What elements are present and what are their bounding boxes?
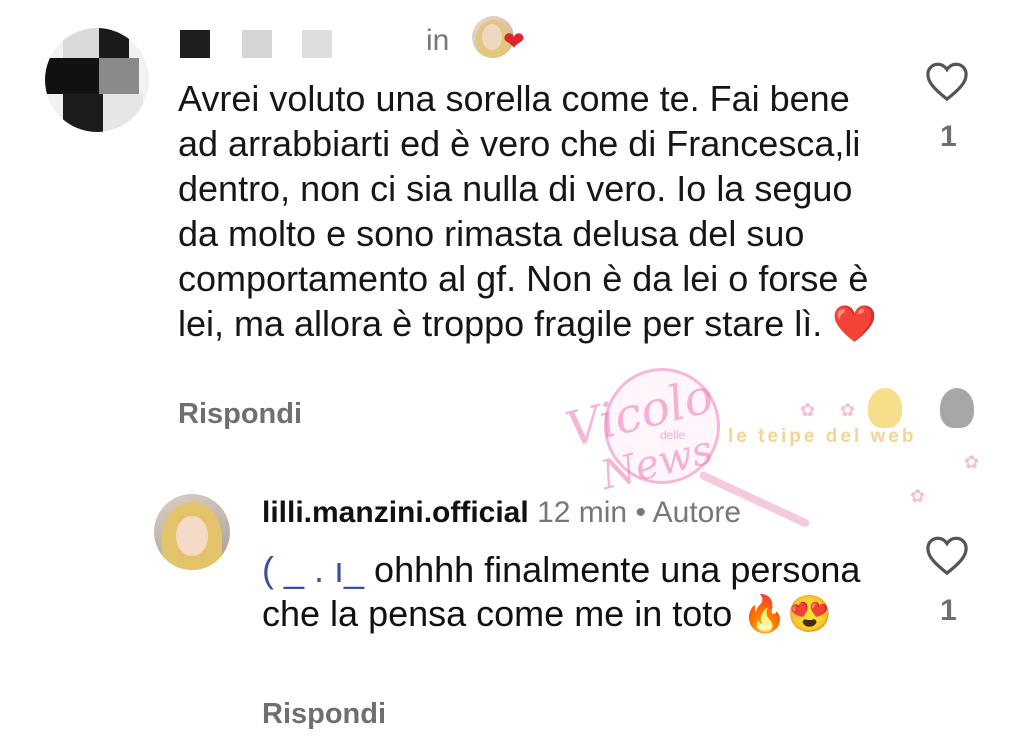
paw-icon: ✿ xyxy=(840,400,856,420)
heart-outline-icon xyxy=(926,62,968,102)
reply-like-count: 1 xyxy=(940,594,957,627)
paw-icon: ✿ xyxy=(800,400,816,420)
watermark-doll-dark-icon xyxy=(940,388,974,428)
reply-timestamp: 12 min xyxy=(537,496,628,529)
reply-header: lilli.manzini.official 12 min • Autore xyxy=(262,496,741,530)
watermark-doll-blonde-icon xyxy=(868,388,902,428)
commenter-avatar-pixelated[interactable] xyxy=(45,28,149,132)
meta-separator: • xyxy=(635,496,646,529)
reply-button[interactable]: Rispondi xyxy=(178,398,302,431)
comment-timestamp: in xyxy=(426,24,450,57)
paw-icon: ✿ xyxy=(964,452,980,472)
watermark-brand: le teipe del web xyxy=(728,426,917,447)
mention-redacted[interactable]: ( _ . ı_ xyxy=(262,549,364,590)
reply-username[interactable]: lilli.manzini.official xyxy=(262,496,529,529)
reply-like-button[interactable] xyxy=(924,534,970,581)
like-button[interactable] xyxy=(924,60,970,107)
heart-outline-icon xyxy=(926,536,968,576)
reply-reply-button[interactable]: Rispondi xyxy=(262,698,386,731)
comment-body: Avrei voluto una sorella come te. Fai be… xyxy=(178,78,878,344)
reply-author-avatar[interactable] xyxy=(154,494,230,570)
reply-body: ( _ . ı_ ohhhh finalmente una persona ch… xyxy=(262,548,882,636)
author-badge: Autore xyxy=(652,496,742,529)
like-count: 1 xyxy=(940,120,957,153)
paw-icon: ✿ xyxy=(910,486,926,506)
heart-badge-icon: ❤ xyxy=(503,26,525,56)
